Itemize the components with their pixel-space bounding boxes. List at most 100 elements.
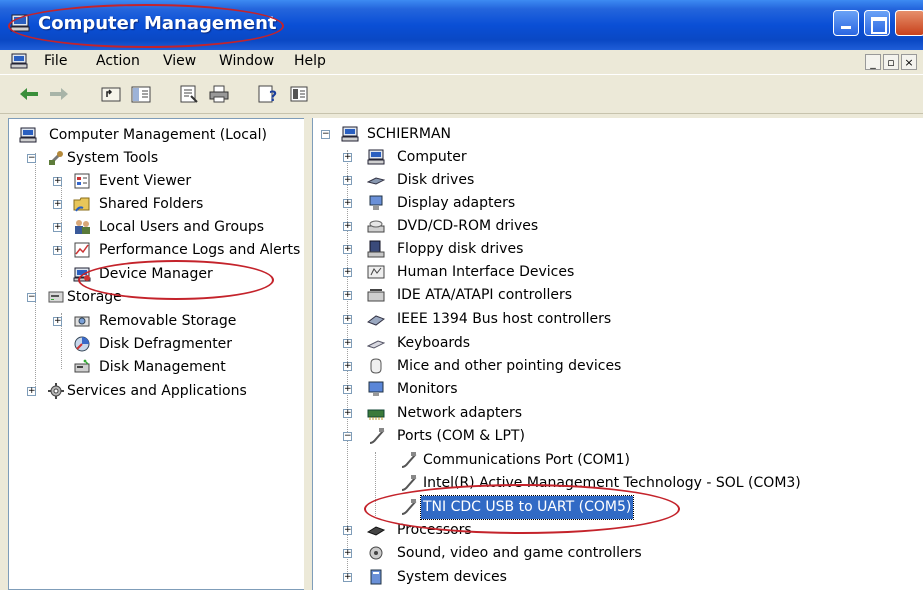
expand-icon[interactable]: +: [27, 387, 36, 396]
menu-action[interactable]: Action: [96, 53, 140, 69]
computer-icon: [341, 126, 359, 142]
mouse-icon: [370, 358, 382, 374]
expand-icon[interactable]: +: [53, 200, 62, 209]
system-tools-icon: [48, 151, 63, 166]
expand-icon[interactable]: +: [53, 177, 62, 186]
menu-view[interactable]: View: [163, 53, 196, 69]
expand-icon[interactable]: +: [343, 222, 352, 231]
expand-icon[interactable]: +: [343, 362, 352, 371]
expand-icon[interactable]: +: [53, 223, 62, 232]
expand-icon[interactable]: +: [343, 153, 352, 162]
expand-icon[interactable]: +: [343, 526, 352, 535]
show-tree-icon[interactable]: [130, 84, 152, 104]
close-button[interactable]: [895, 10, 923, 36]
menu-bar: File Action View Window Help _ ▫ ×: [0, 50, 923, 74]
tree-label: System Tools: [67, 150, 159, 166]
tree-label: Shared Folders: [99, 196, 204, 212]
tree-label: Disk Management: [99, 359, 226, 375]
port-icon: [369, 428, 385, 444]
tree-label: Display adapters: [397, 195, 516, 211]
help-icon[interactable]: ?: [256, 84, 278, 104]
menu-help[interactable]: Help: [294, 53, 326, 69]
menu-file[interactable]: File: [44, 53, 67, 69]
disk-management-icon: [74, 359, 90, 373]
collapse-icon[interactable]: −: [27, 293, 36, 302]
port-icon: [401, 452, 417, 468]
system-menu-icon[interactable]: [10, 53, 28, 69]
tree-label: IDE ATA/ATAPI controllers: [397, 287, 573, 303]
disk-drive-icon: [367, 177, 385, 185]
monitor-icon: [368, 381, 384, 396]
tree-label: Performance Logs and Alerts: [99, 242, 301, 258]
computer-management-icon: [10, 14, 30, 32]
mdi-minimize-button[interactable]: _: [865, 54, 881, 70]
tree-label: Ports (COM & LPT): [397, 428, 525, 444]
console-icon[interactable]: [288, 84, 310, 104]
expand-icon[interactable]: +: [53, 317, 62, 326]
expand-icon[interactable]: +: [343, 315, 352, 324]
collapse-icon[interactable]: −: [321, 130, 330, 139]
expand-icon[interactable]: +: [343, 291, 352, 300]
expand-icon[interactable]: +: [343, 268, 352, 277]
expand-icon[interactable]: +: [343, 245, 352, 254]
mdi-restore-button[interactable]: ▫: [883, 54, 899, 70]
ide-controller-icon: [367, 289, 385, 302]
port-icon: [401, 499, 417, 515]
forward-arrow-icon[interactable]: [48, 84, 70, 104]
tree-label: Network adapters: [397, 405, 522, 421]
device-manager-icon: [73, 267, 91, 282]
tree-label: Communications Port (COM1): [423, 452, 630, 468]
event-viewer-icon: [74, 173, 90, 189]
tree-label: SCHIERMAN: [367, 126, 452, 142]
tree-label: Processors: [397, 522, 472, 538]
tree-label: Sound, video and game controllers: [397, 545, 642, 561]
pane-splitter[interactable]: [304, 118, 312, 590]
title-bar[interactable]: Computer Management: [0, 0, 923, 50]
tree-label: Event Viewer: [99, 173, 192, 189]
expand-icon[interactable]: +: [343, 339, 352, 348]
back-arrow-icon[interactable]: [18, 84, 40, 104]
tree-label: DVD/CD-ROM drives: [397, 218, 539, 234]
expand-icon[interactable]: +: [343, 385, 352, 394]
computer-icon: [367, 149, 385, 165]
maximize-button[interactable]: [864, 10, 890, 36]
hid-icon: [367, 265, 385, 279]
system-device-icon: [370, 569, 382, 585]
expand-icon[interactable]: +: [343, 549, 352, 558]
collapse-icon[interactable]: −: [343, 432, 352, 441]
tree-label: Services and Applications: [67, 383, 247, 399]
tree-label: Removable Storage: [99, 313, 237, 329]
expand-icon[interactable]: +: [343, 176, 352, 185]
window-title: Computer Management: [38, 13, 277, 34]
mdi-close-button[interactable]: ×: [901, 54, 917, 70]
users-icon: [75, 220, 90, 234]
tree-label: Keyboards: [397, 335, 471, 351]
minimize-button[interactable]: [833, 10, 859, 36]
ieee1394-icon: [367, 315, 385, 326]
toolbar: ?: [0, 74, 923, 114]
right-tree-pane[interactable]: − SCHIERMAN + Computer + Disk drives + Disp…: [312, 118, 923, 590]
tree-label: Human Interface Devices: [397, 264, 575, 280]
left-tree-pane[interactable]: Computer Management (Local) − System Too…: [8, 118, 304, 590]
tree-label: Disk drives: [397, 172, 475, 188]
expand-icon[interactable]: +: [343, 409, 352, 418]
network-adapter-icon: [367, 409, 385, 420]
tree-label: Storage: [67, 289, 122, 305]
expand-icon[interactable]: +: [343, 573, 352, 582]
collapse-icon[interactable]: −: [27, 154, 36, 163]
print-icon[interactable]: [208, 84, 230, 104]
defragmenter-icon: [74, 336, 90, 352]
tree-label: Mice and other pointing devices: [397, 358, 622, 374]
floppy-drive-icon: [367, 240, 385, 258]
properties-icon[interactable]: [178, 84, 200, 104]
tree-label: Floppy disk drives: [397, 241, 524, 257]
keyboard-icon: [367, 340, 385, 349]
tree-label: Device Manager: [99, 266, 213, 282]
tree-label: Intel(R) Active Management Technology - …: [423, 475, 801, 491]
removable-storage-icon: [74, 316, 90, 327]
up-folder-icon[interactable]: [100, 84, 122, 104]
menu-window[interactable]: Window: [219, 53, 274, 69]
expand-icon[interactable]: +: [53, 246, 62, 255]
expand-icon[interactable]: +: [343, 199, 352, 208]
storage-icon: [48, 291, 64, 303]
